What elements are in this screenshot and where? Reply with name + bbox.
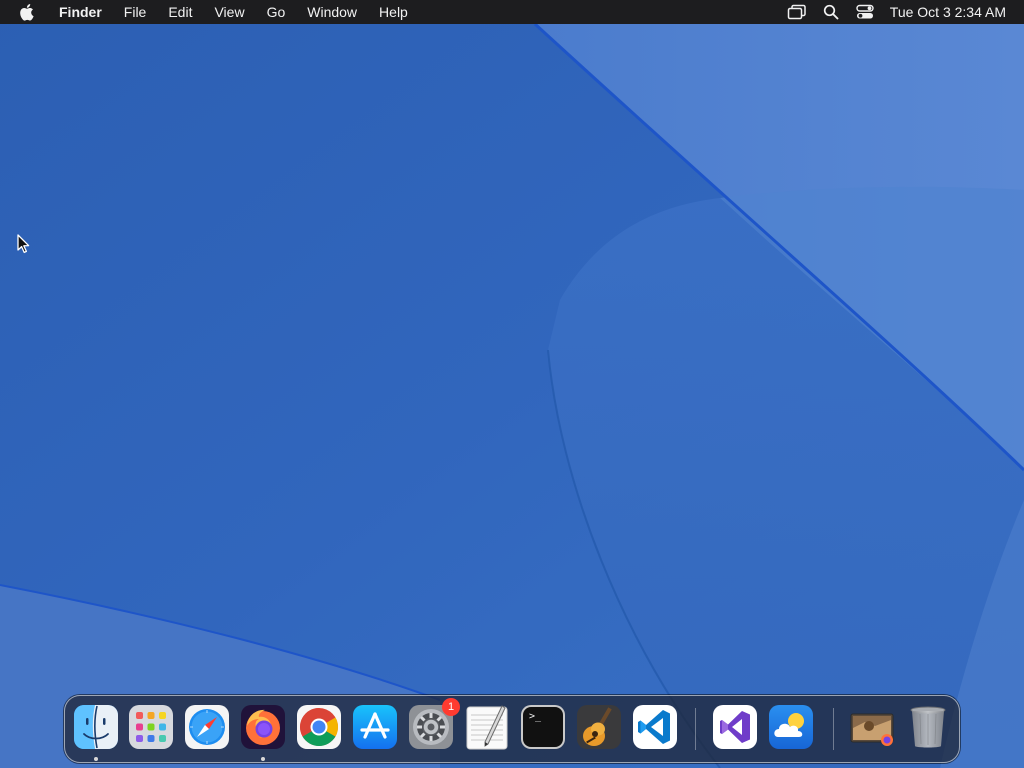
menu-bar: Finder File Edit View Go Window Help Tue… bbox=[0, 0, 1024, 24]
app-store-icon bbox=[353, 705, 397, 749]
launchpad-icon bbox=[129, 705, 173, 749]
dock-weather[interactable] bbox=[768, 704, 814, 750]
dock-firefox-running-indicator bbox=[261, 757, 265, 761]
dock-finder[interactable] bbox=[73, 704, 119, 750]
terminal-icon bbox=[521, 705, 565, 749]
vscode-icon bbox=[633, 705, 677, 749]
firefox-icon bbox=[241, 705, 285, 749]
display-mirroring-icon[interactable] bbox=[780, 0, 814, 24]
control-center-icon[interactable] bbox=[848, 0, 882, 24]
dock-safari[interactable] bbox=[184, 704, 230, 750]
safari-icon bbox=[185, 705, 229, 749]
weather-icon bbox=[769, 705, 813, 749]
dock-terminal[interactable]: >_ bbox=[520, 704, 566, 750]
menu-view[interactable]: View bbox=[203, 0, 255, 24]
dock-visual-studio[interactable] bbox=[712, 704, 758, 750]
desktop-wallpaper[interactable] bbox=[0, 0, 1024, 768]
menu-bar-clock[interactable]: Tue Oct 3 2:34 AM bbox=[882, 4, 1024, 20]
menu-bar-status-area: Tue Oct 3 2:34 AM bbox=[780, 0, 1024, 24]
finder-icon bbox=[74, 705, 118, 749]
terminal-prompt-text: >_ bbox=[529, 711, 542, 722]
menu-file[interactable]: File bbox=[113, 0, 158, 24]
chrome-icon bbox=[297, 705, 341, 749]
dock-firefox[interactable] bbox=[240, 704, 286, 750]
spotlight-search-icon[interactable] bbox=[814, 0, 848, 24]
trash-icon bbox=[910, 706, 946, 748]
menu-help[interactable]: Help bbox=[368, 0, 419, 24]
dock-vscode[interactable] bbox=[632, 704, 678, 750]
dock: 1 >_ bbox=[64, 695, 960, 763]
dock-divider bbox=[833, 708, 834, 750]
mouse-pointer-icon bbox=[17, 234, 30, 254]
apple-logo-icon[interactable] bbox=[18, 3, 34, 21]
dock-app-store[interactable] bbox=[352, 704, 398, 750]
menu-app-finder[interactable]: Finder bbox=[48, 0, 113, 24]
system-settings-notification-badge: 1 bbox=[442, 698, 460, 716]
preview-thumbnail-icon bbox=[850, 713, 894, 746]
menu-window[interactable]: Window bbox=[296, 0, 368, 24]
dock-launchpad[interactable] bbox=[128, 704, 174, 750]
dock-divider bbox=[695, 708, 696, 750]
visual-studio-icon bbox=[713, 705, 757, 749]
dock-recent-preview[interactable] bbox=[849, 704, 895, 750]
dock-trash[interactable] bbox=[905, 704, 951, 750]
dock-system-settings[interactable]: 1 bbox=[408, 698, 460, 750]
dock-garageband[interactable] bbox=[576, 704, 622, 750]
textedit-icon bbox=[466, 705, 508, 750]
menu-go[interactable]: Go bbox=[256, 0, 297, 24]
dock-chrome[interactable] bbox=[296, 704, 342, 750]
garageband-icon bbox=[577, 705, 621, 749]
dock-finder-running-indicator bbox=[94, 757, 98, 761]
dock-textedit[interactable] bbox=[464, 704, 510, 750]
menu-edit[interactable]: Edit bbox=[157, 0, 203, 24]
